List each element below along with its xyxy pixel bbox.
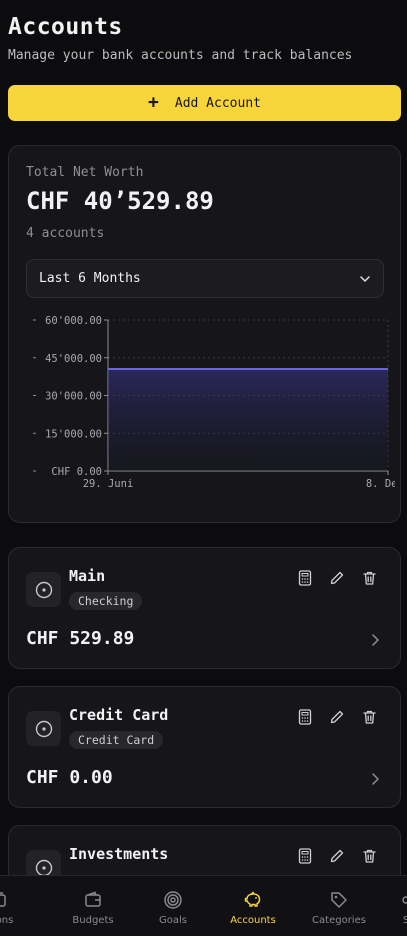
wallet-icon — [85, 891, 101, 907]
piggy-bank-icon — [244, 891, 261, 907]
account-name: Credit Card — [69, 706, 169, 724]
account-actions — [296, 569, 378, 587]
nav-item-s[interactable]: S — [366, 876, 407, 936]
y-tick-label: CHF 0.00 — [51, 466, 102, 478]
calculator-icon[interactable] — [296, 569, 314, 587]
add-account-label: Add Account — [174, 95, 261, 111]
area-fill — [108, 368, 388, 471]
x-tick-label: 8. Dez. — [366, 478, 395, 490]
plus-icon: + — [148, 92, 159, 113]
account-actions — [296, 847, 378, 865]
trash-icon[interactable] — [360, 847, 378, 865]
calculator-icon[interactable] — [296, 708, 314, 726]
chevron-right-icon[interactable] — [370, 771, 380, 790]
nav-item-label: ptions — [0, 915, 14, 926]
tag-icon — [331, 892, 347, 908]
account-type-badge: Credit Card — [69, 731, 164, 749]
account-balance: CHF 529.89 — [26, 628, 135, 649]
net-worth-label: Total Net Worth — [26, 165, 144, 180]
nav-item-budgets[interactable]: Budgets — [53, 876, 133, 936]
edit-icon[interactable] — [328, 847, 346, 865]
time-range-select[interactable]: Last 6 Months — [26, 259, 384, 298]
chevron-right-icon[interactable] — [370, 632, 380, 651]
account-name: Investments — [69, 845, 169, 863]
account-balance: CHF 0.00 — [26, 767, 113, 788]
y-tick-label: 30'000.00 — [45, 391, 102, 403]
subscriptions-icon — [0, 892, 6, 907]
account-card[interactable]: Main Checking CHF 529.89 — [8, 547, 401, 669]
account-type-badge: Checking — [69, 592, 143, 610]
account-actions — [296, 708, 378, 726]
edit-icon[interactable] — [328, 708, 346, 726]
y-tick-label: 15'000.00 — [45, 428, 102, 440]
account-name: Main — [69, 567, 106, 585]
add-account-button[interactable]: + Add Account — [8, 85, 401, 121]
nav-item-label: Goals — [159, 915, 187, 926]
net-worth-value: CHF 40’529.89 — [26, 187, 214, 215]
nav-item-ptions[interactable]: ptions — [0, 876, 38, 936]
nav-item-label: Budgets — [72, 915, 114, 926]
edit-icon[interactable] — [328, 569, 346, 587]
trash-icon[interactable] — [360, 569, 378, 587]
net-worth-chart: CHF 0.00 15'000.00 30'000.00 45'000.00 60'00… — [33, 315, 395, 490]
x-tick-label: 29. Juni — [83, 478, 134, 490]
account-icon — [26, 711, 61, 746]
page-header: Accounts Manage your bank accounts and t… — [8, 14, 352, 63]
page-title: Accounts — [8, 14, 123, 40]
chevron-down-icon — [360, 275, 370, 282]
calculator-icon[interactable] — [296, 847, 314, 865]
y-tick-label: 45'000.00 — [45, 353, 102, 365]
bottom-nav: ptions Budgets Goals Accounts Categories S — [0, 875, 407, 936]
nav-item-label: S — [402, 915, 407, 926]
time-range-value: Last 6 Months — [39, 271, 141, 286]
trash-icon[interactable] — [360, 708, 378, 726]
settings-icon — [402, 896, 407, 904]
account-card[interactable]: Credit Card Credit Card CHF 0.00 — [8, 686, 401, 808]
account-count: 4 accounts — [26, 226, 105, 241]
target-icon — [164, 891, 182, 909]
nav-item-accounts[interactable]: Accounts — [213, 876, 293, 936]
nav-item-goals[interactable]: Goals — [133, 876, 213, 936]
account-icon — [26, 572, 61, 607]
page-subtitle: Manage your bank accounts and track bala… — [8, 48, 353, 63]
nav-item-label: Categories — [312, 915, 366, 926]
y-tick-label: 60'000.00 — [45, 315, 102, 327]
nav-item-label: Accounts — [230, 915, 276, 926]
net-worth-card: Total Net Worth CHF 40’529.89 4 accounts… — [8, 145, 401, 523]
